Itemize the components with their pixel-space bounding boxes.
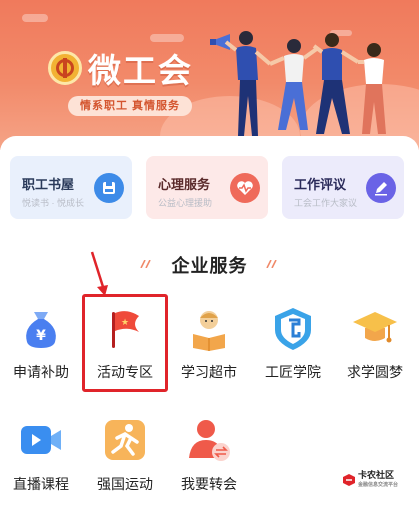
graduation-cap-icon — [351, 304, 399, 352]
watermark-text: 卡农社区金融信息交流平台 — [358, 470, 398, 490]
service-label: 求学圆梦 — [347, 364, 403, 380]
service-label: 直播课程 — [13, 476, 69, 492]
card-work-review[interactable]: 工作评议 工会工作大家议 — [282, 156, 404, 219]
highlight-box — [82, 294, 168, 392]
decor-slash-right-icon — [266, 260, 277, 268]
watermark-logo-icon — [343, 474, 355, 486]
user-transfer-icon — [185, 416, 233, 464]
service-label: 我要转会 — [181, 476, 237, 492]
section-header: 企业服务 — [0, 252, 419, 278]
service-label: 申请补助 — [13, 364, 69, 380]
banner: 微工会 情系职工 真情服务 — [0, 0, 419, 150]
service-live-courses[interactable]: 直播课程 — [1, 416, 81, 494]
service-label: 学习超市 — [181, 364, 237, 380]
section-title: 企业服务 — [171, 256, 248, 276]
service-apply-subsidy[interactable]: ¥ 申请补助 — [1, 304, 81, 382]
service-label: 工匠学院 — [265, 364, 321, 380]
reading-person-icon — [185, 304, 233, 352]
union-emblem-icon — [48, 51, 82, 85]
watermark-subtitle: 金融信息交流平台 — [358, 482, 399, 488]
banner-slogan: 情系职工 真情服务 — [68, 96, 193, 116]
service-learning-market[interactable]: 学习超市 — [169, 304, 249, 382]
arrow-pointer-icon — [90, 251, 108, 296]
card-psych-service[interactable]: 心理服务 公益心理援助 — [146, 156, 268, 219]
running-person-icon — [101, 416, 149, 464]
service-study-dream[interactable]: 求学圆梦 — [335, 304, 415, 382]
service-strong-nation-sports[interactable]: 强国运动 — [85, 416, 165, 494]
service-craftsman-academy[interactable]: 工匠学院 — [253, 304, 333, 382]
edit-pen-icon — [366, 173, 396, 203]
app-name: 微工会 — [88, 51, 193, 90]
decor-slash-left-icon — [140, 260, 151, 268]
book-save-icon — [94, 173, 124, 203]
svg-text:¥: ¥ — [36, 328, 46, 344]
service-transfer-union[interactable]: 我要转会 — [169, 416, 249, 494]
card-worker-library[interactable]: 职工书屋 悦读书 · 悦成长 — [10, 156, 132, 219]
heart-pulse-icon — [230, 173, 260, 203]
academy-shield-icon — [269, 304, 317, 352]
service-label: 强国运动 — [97, 476, 153, 492]
watermark: 卡农社区金融信息交流平台 — [342, 470, 398, 490]
people-illustration — [210, 31, 386, 136]
money-bag-icon: ¥ — [17, 304, 65, 352]
app-logo: 微工会 — [48, 44, 193, 92]
watermark-title: 卡农社区 — [358, 470, 395, 480]
video-camera-icon — [17, 416, 65, 464]
